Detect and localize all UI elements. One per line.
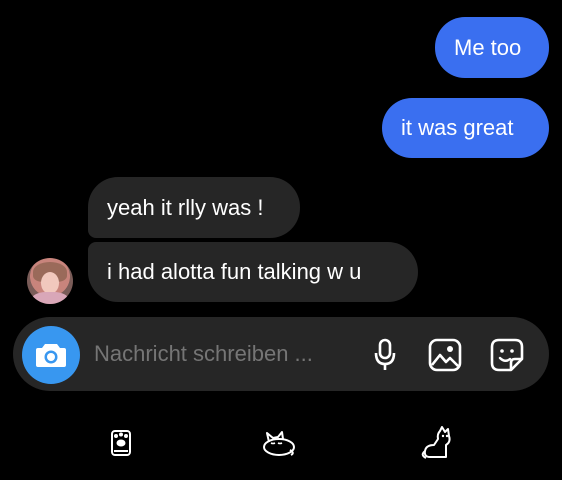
message-bubble-incoming[interactable]: i had alotta fun talking w u xyxy=(88,242,418,302)
sticker-icon xyxy=(490,338,524,372)
avatar-shirt xyxy=(31,292,69,304)
sleeping-cat-button[interactable] xyxy=(259,423,299,463)
sleeping-cat-icon xyxy=(263,431,295,456)
gallery-icon xyxy=(428,338,462,372)
camera-icon xyxy=(36,344,66,367)
sitting-cat-icon xyxy=(421,426,451,459)
microphone-icon xyxy=(374,338,396,370)
message-bubble-incoming[interactable]: yeah it rlly was ! xyxy=(88,177,300,238)
message-input[interactable] xyxy=(94,340,344,368)
message-text: i had alotta fun talking w u xyxy=(107,259,362,284)
microphone-button[interactable] xyxy=(365,335,405,375)
paw-icon xyxy=(111,430,131,456)
sticker-button[interactable] xyxy=(487,335,527,375)
message-bubble-outgoing[interactable]: Me too xyxy=(435,17,549,78)
paw-button[interactable] xyxy=(101,423,141,463)
gallery-button[interactable] xyxy=(425,335,465,375)
message-text: yeah it rlly was ! xyxy=(107,194,264,220)
message-text: it was great xyxy=(401,115,514,140)
avatar-face xyxy=(41,272,59,294)
avatar[interactable] xyxy=(27,258,73,304)
camera-button[interactable] xyxy=(22,326,80,384)
sitting-cat-button[interactable] xyxy=(417,423,457,463)
message-bubble-outgoing[interactable]: it was great xyxy=(382,98,549,158)
message-text: Me too xyxy=(454,34,522,60)
